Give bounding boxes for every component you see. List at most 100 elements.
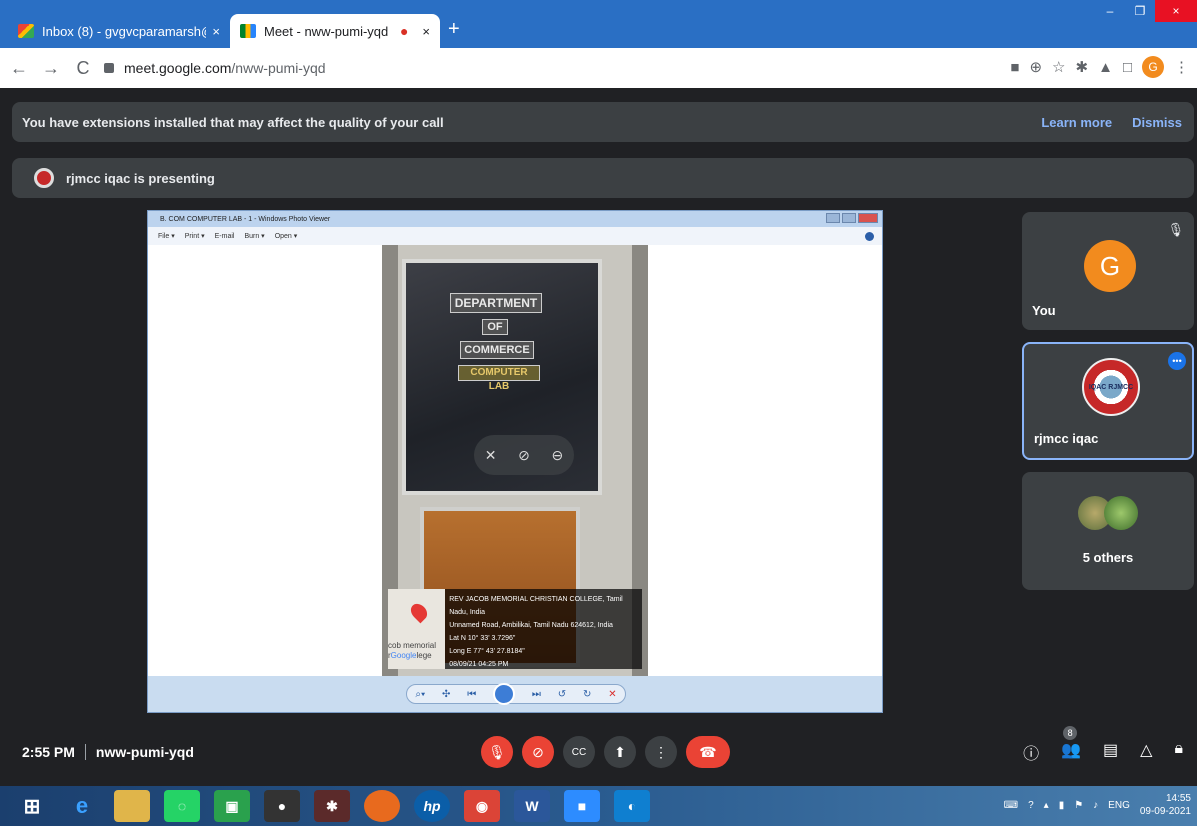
reflected-controls: ✕ ⊘ ⊖ <box>474 435 574 475</box>
delete-icon: ✕ <box>608 688 617 700</box>
window-controls: – ❐ × <box>1095 0 1197 22</box>
previous-icon: ⏮ <box>467 688 477 700</box>
volume-icon[interactable]: ♪ <box>1093 800 1098 811</box>
captions-button[interactable]: CC <box>563 736 595 768</box>
camera-off-button[interactable]: ⊘ <box>522 736 554 768</box>
host-controls-icon[interactable]: 🔒︎ <box>1174 740 1183 764</box>
meet-side-controls: ⓘ 👥 8 ▤ △ 🔒︎ <box>1023 726 1183 764</box>
extensions-icon[interactable]: ✱ <box>1076 58 1089 76</box>
sign-of: OF <box>482 319 508 335</box>
clock-time: 14:55 <box>1165 793 1191 804</box>
info-icon[interactable]: ⓘ <box>1023 740 1039 764</box>
photo-viewer-menu: File ▾ Print ▾ E-mail Burn ▾ Open ▾ <box>148 227 882 245</box>
star-icon[interactable]: ☆ <box>1052 58 1065 76</box>
hp-icon[interactable]: hp <box>414 790 450 822</box>
menu-open: Open ▾ <box>274 233 298 240</box>
zoom-icon[interactable]: ⊕ <box>1029 58 1042 76</box>
geotag-line: REV JACOB MEMORIAL CHRISTIAN COLLEGE, Ta… <box>449 596 623 616</box>
address-bar[interactable]: meet.google.com/nww-pumi-yqd <box>104 54 964 82</box>
tab-meet[interactable]: Meet - nww-pumi-yqd ● × <box>230 14 440 48</box>
minimize-button[interactable]: – <box>1095 0 1125 22</box>
map-label: cob memorial <box>388 641 437 650</box>
paint-icon[interactable]: ✱ <box>314 790 350 822</box>
forward-button[interactable]: → <box>38 58 64 79</box>
keyboard-icon[interactable]: ⌨ <box>1004 800 1018 811</box>
close-window-button[interactable]: × <box>1155 0 1197 22</box>
extension-warning-banner: You have extensions installed that may a… <box>12 102 1194 142</box>
meet-control-bar: 2:55 PM nww-pumi-yqd 🎙︎ ⊘ CC ⬆ ⋮ ☎ ⓘ 👥 8 … <box>0 726 1197 778</box>
participant-tile-others[interactable]: 5 others <box>1022 472 1194 590</box>
flag-icon[interactable]: ⚑ <box>1074 800 1083 811</box>
window-icon[interactable]: □ <box>1123 59 1132 76</box>
leave-call-button[interactable]: ☎ <box>686 736 730 768</box>
tab-close-icon[interactable]: × <box>422 24 430 39</box>
browser-menu-icon[interactable]: ⋮ <box>1174 58 1189 76</box>
learn-more-link[interactable]: Learn more <box>1041 115 1112 130</box>
rotate-left-icon: ↺ <box>557 688 567 700</box>
tab-title: Meet - nww-pumi-yqd <box>264 23 389 39</box>
camera-icon[interactable]: ■ <box>1010 59 1019 76</box>
clock[interactable]: 14:55 09-09-2021 <box>1140 792 1191 818</box>
browser-tab-strip: Inbox (8) - gvgvcparamarsh@gm × Meet - n… <box>0 0 1197 48</box>
system-tray: ⌨ ? ▴ ▮ ⚑ ♪ ENG 14:55 09-09-2021 <box>1004 792 1191 818</box>
participant-tile-rjmcc[interactable]: IQAC RJMCC ••• rjmcc iqac <box>1022 342 1194 460</box>
more-options-icon[interactable]: ••• <box>1168 352 1186 370</box>
geotag-line: Unnamed Road, Ambilikai, Tamil Nadu 6246… <box>449 622 613 629</box>
mic-off-icon: 🎙︎ <box>1167 222 1184 237</box>
labs-icon[interactable]: ▲ <box>1098 59 1113 76</box>
chat-icon[interactable]: ▤ <box>1103 740 1118 764</box>
geotag-map: cob memorial rGooglelege <box>388 589 446 669</box>
menu-email: E-mail <box>214 232 235 240</box>
windows-start-icon[interactable]: ⊞ <box>14 790 50 822</box>
photo-viewer-titlebar: B. COM COMPUTER LAB - 1 - Windows Photo … <box>148 211 882 227</box>
more-options-button[interactable]: ⋮ <box>645 736 677 768</box>
help-icon[interactable]: ? <box>1028 800 1034 811</box>
meeting-info: 2:55 PM nww-pumi-yqd <box>22 744 194 760</box>
avatar: G <box>1084 240 1136 292</box>
meeting-time: 2:55 PM <box>22 744 75 760</box>
chrome-icon[interactable]: ◉ <box>464 790 500 822</box>
recording-icon: ● <box>399 23 409 39</box>
present-button[interactable]: ⬆ <box>604 736 636 768</box>
photo-viewer-bottom-bar: ⌕▾ ✣ ⏮ ⏭ ↺ ↻ ✕ <box>148 676 882 712</box>
tab-title: Inbox (8) - gvgvcparamarsh@gm <box>42 23 206 39</box>
meet-icon <box>240 24 256 38</box>
edge-icon[interactable]: ◐ <box>614 790 650 822</box>
language-label[interactable]: ENG <box>1108 800 1130 811</box>
mic-off-button[interactable]: 🎙︎ <box>481 736 513 768</box>
photo-viewer-controls: ⌕▾ ✣ ⏮ ⏭ ↺ ↻ ✕ <box>406 683 626 705</box>
slideshow-icon <box>493 683 516 705</box>
tab-close-icon[interactable]: × <box>212 24 220 39</box>
activities-icon[interactable]: △ <box>1140 740 1152 764</box>
reload-button[interactable]: C <box>70 58 96 79</box>
internet-explorer-icon[interactable]: e <box>64 790 100 822</box>
media-icon[interactable]: ● <box>264 790 300 822</box>
geotag-line: Lat N 10° 33' 3.7296" <box>449 635 516 642</box>
actual-size-icon: ✣ <box>442 688 451 700</box>
restore-button[interactable]: ❐ <box>1125 0 1155 22</box>
word-icon[interactable]: W <box>514 790 550 822</box>
menu-print: Print ▾ <box>184 233 205 240</box>
store-icon[interactable]: ▣ <box>214 790 250 822</box>
people-icon[interactable]: 👥 8 <box>1061 726 1081 764</box>
presenting-text: rjmcc iqac is presenting <box>66 170 215 186</box>
url-path: /nww-pumi-yqd <box>231 60 326 76</box>
geotag-overlay: cob memorial rGooglelege REV JACOB MEMORI… <box>388 589 642 669</box>
next-icon: ⏭ <box>531 688 541 700</box>
back-button[interactable]: ← <box>6 58 32 79</box>
help-icon <box>865 231 874 241</box>
network-icon[interactable]: ▮ <box>1059 800 1065 811</box>
profile-avatar[interactable]: G <box>1142 56 1164 78</box>
photo-viewer-title: B. COM COMPUTER LAB - 1 - Windows Photo … <box>160 215 331 223</box>
lock-icon <box>104 63 114 73</box>
participant-tile-you[interactable]: G 🎙︎ You <box>1022 212 1194 330</box>
firefox-icon[interactable] <box>364 790 400 822</box>
file-explorer-icon[interactable] <box>114 790 150 822</box>
tray-chevron-icon[interactable]: ▴ <box>1044 800 1049 811</box>
dismiss-button[interactable]: Dismiss <box>1132 115 1182 130</box>
whatsapp-icon[interactable]: ◌ <box>164 790 200 822</box>
google-label: Google <box>390 651 417 660</box>
new-tab-button[interactable]: + <box>448 18 460 41</box>
zoom-app-icon[interactable]: ■ <box>564 790 600 822</box>
tab-inbox[interactable]: Inbox (8) - gvgvcparamarsh@gm × <box>8 14 230 48</box>
